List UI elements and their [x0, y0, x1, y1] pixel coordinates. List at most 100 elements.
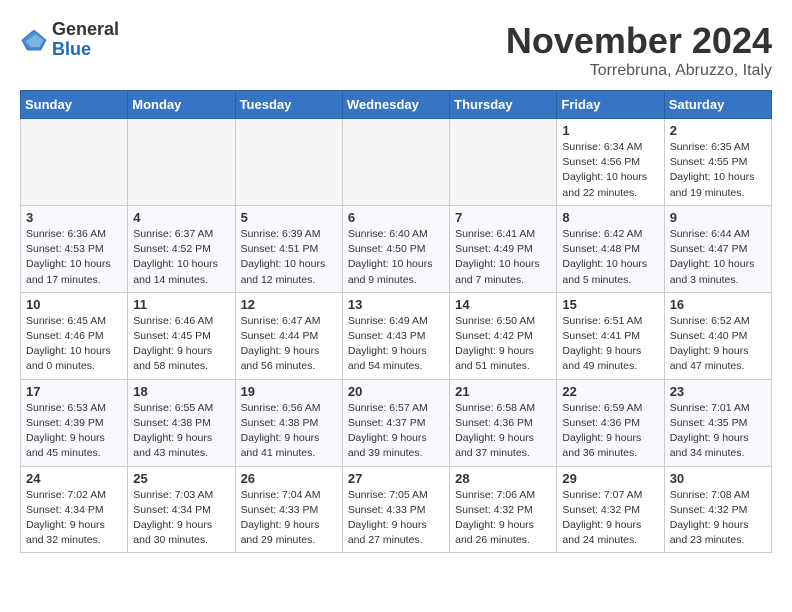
day-number: 22	[562, 384, 658, 399]
day-number: 17	[26, 384, 122, 399]
day-info: Sunrise: 6:53 AMSunset: 4:39 PMDaylight:…	[26, 401, 122, 462]
day-number: 11	[133, 297, 229, 312]
calendar-day	[21, 119, 128, 206]
day-number: 18	[133, 384, 229, 399]
calendar-day: 12 Sunrise: 6:47 AMSunset: 4:44 PMDayligh…	[235, 292, 342, 379]
day-info: Sunrise: 7:08 AMSunset: 4:32 PMDaylight:…	[670, 488, 766, 549]
calendar-day: 20 Sunrise: 6:57 AMSunset: 4:37 PMDayligh…	[342, 379, 449, 466]
day-number: 1	[562, 123, 658, 138]
calendar-day: 1 Sunrise: 6:34 AMSunset: 4:56 PMDaylight…	[557, 119, 664, 206]
day-number: 26	[241, 471, 337, 486]
calendar-week-1: 1 Sunrise: 6:34 AMSunset: 4:56 PMDaylight…	[21, 119, 772, 206]
calendar-day: 16Sunrise: 6:52 AMSunset: 4:40 PMDayligh…	[664, 292, 771, 379]
day-number: 16	[670, 297, 766, 312]
day-info: Sunrise: 6:41 AMSunset: 4:49 PMDaylight:…	[455, 227, 551, 288]
calendar-day	[235, 119, 342, 206]
calendar-week-5: 24Sunrise: 7:02 AMSunset: 4:34 PMDayligh…	[21, 466, 772, 553]
day-info: Sunrise: 6:56 AMSunset: 4:38 PMDaylight:…	[241, 401, 337, 462]
calendar-day: 13 Sunrise: 6:49 AMSunset: 4:43 PMDayligh…	[342, 292, 449, 379]
day-number: 8	[562, 210, 658, 225]
page-header: General Blue November 2024 Torrebruna, A…	[20, 20, 772, 80]
calendar-day: 29 Sunrise: 7:07 AMSunset: 4:32 PMDayligh…	[557, 466, 664, 553]
day-number: 10	[26, 297, 122, 312]
day-number: 25	[133, 471, 229, 486]
header-wednesday: Wednesday	[342, 91, 449, 119]
calendar-table: SundayMondayTuesdayWednesdayThursdayFrid…	[20, 90, 772, 553]
day-number: 5	[241, 210, 337, 225]
calendar-day: 8 Sunrise: 6:42 AMSunset: 4:48 PMDaylight…	[557, 205, 664, 292]
day-info: Sunrise: 6:36 AMSunset: 4:53 PMDaylight:…	[26, 227, 122, 288]
calendar-day: 17 Sunrise: 6:53 AMSunset: 4:39 PMDayligh…	[21, 379, 128, 466]
calendar-week-2: 3Sunrise: 6:36 AMSunset: 4:53 PMDaylight…	[21, 205, 772, 292]
day-number: 6	[348, 210, 444, 225]
calendar-week-4: 17 Sunrise: 6:53 AMSunset: 4:39 PMDayligh…	[21, 379, 772, 466]
calendar-day: 30 Sunrise: 7:08 AMSunset: 4:32 PMDayligh…	[664, 466, 771, 553]
day-info: Sunrise: 6:42 AMSunset: 4:48 PMDaylight:…	[562, 227, 658, 288]
calendar-day: 11 Sunrise: 6:46 AMSunset: 4:45 PMDayligh…	[128, 292, 235, 379]
logo: General Blue	[20, 20, 119, 60]
calendar-day	[450, 119, 557, 206]
day-info: Sunrise: 6:57 AMSunset: 4:37 PMDaylight:…	[348, 401, 444, 462]
day-info: Sunrise: 7:01 AMSunset: 4:35 PMDaylight:…	[670, 401, 766, 462]
title-block: November 2024 Torrebruna, Abruzzo, Italy	[506, 20, 772, 80]
day-info: Sunrise: 6:37 AMSunset: 4:52 PMDaylight:…	[133, 227, 229, 288]
calendar-day: 6 Sunrise: 6:40 AMSunset: 4:50 PMDaylight…	[342, 205, 449, 292]
day-number: 4	[133, 210, 229, 225]
logo-icon	[20, 26, 48, 54]
day-number: 30	[670, 471, 766, 486]
day-info: Sunrise: 7:02 AMSunset: 4:34 PMDaylight:…	[26, 488, 122, 549]
day-number: 12	[241, 297, 337, 312]
day-info: Sunrise: 6:46 AMSunset: 4:45 PMDaylight:…	[133, 314, 229, 375]
day-info: Sunrise: 7:07 AMSunset: 4:32 PMDaylight:…	[562, 488, 658, 549]
day-info: Sunrise: 7:04 AMSunset: 4:33 PMDaylight:…	[241, 488, 337, 549]
day-info: Sunrise: 6:34 AMSunset: 4:56 PMDaylight:…	[562, 140, 658, 201]
day-info: Sunrise: 6:58 AMSunset: 4:36 PMDaylight:…	[455, 401, 551, 462]
day-number: 19	[241, 384, 337, 399]
calendar-day: 2Sunrise: 6:35 AMSunset: 4:55 PMDaylight…	[664, 119, 771, 206]
logo-blue: Blue	[52, 39, 91, 59]
header-monday: Monday	[128, 91, 235, 119]
day-number: 27	[348, 471, 444, 486]
day-number: 15	[562, 297, 658, 312]
calendar-day	[128, 119, 235, 206]
day-number: 9	[670, 210, 766, 225]
header-thursday: Thursday	[450, 91, 557, 119]
calendar-day: 22 Sunrise: 6:59 AMSunset: 4:36 PMDayligh…	[557, 379, 664, 466]
day-info: Sunrise: 6:47 AMSunset: 4:44 PMDaylight:…	[241, 314, 337, 375]
calendar-day: 5Sunrise: 6:39 AMSunset: 4:51 PMDaylight…	[235, 205, 342, 292]
calendar-week-3: 10Sunrise: 6:45 AMSunset: 4:46 PMDayligh…	[21, 292, 772, 379]
calendar-day: 27 Sunrise: 7:05 AMSunset: 4:33 PMDayligh…	[342, 466, 449, 553]
day-info: Sunrise: 6:51 AMSunset: 4:41 PMDaylight:…	[562, 314, 658, 375]
day-info: Sunrise: 6:55 AMSunset: 4:38 PMDaylight:…	[133, 401, 229, 462]
day-info: Sunrise: 6:59 AMSunset: 4:36 PMDaylight:…	[562, 401, 658, 462]
header-sunday: Sunday	[21, 91, 128, 119]
day-info: Sunrise: 7:03 AMSunset: 4:34 PMDaylight:…	[133, 488, 229, 549]
day-number: 21	[455, 384, 551, 399]
calendar-day	[342, 119, 449, 206]
calendar-header-row: SundayMondayTuesdayWednesdayThursdayFrid…	[21, 91, 772, 119]
calendar-day: 26 Sunrise: 7:04 AMSunset: 4:33 PMDayligh…	[235, 466, 342, 553]
day-info: Sunrise: 7:06 AMSunset: 4:32 PMDaylight:…	[455, 488, 551, 549]
calendar-day: 9Sunrise: 6:44 AMSunset: 4:47 PMDaylight…	[664, 205, 771, 292]
calendar-day: 19 Sunrise: 6:56 AMSunset: 4:38 PMDayligh…	[235, 379, 342, 466]
day-number: 29	[562, 471, 658, 486]
logo-general: General	[52, 19, 119, 39]
day-number: 20	[348, 384, 444, 399]
day-info: Sunrise: 6:40 AMSunset: 4:50 PMDaylight:…	[348, 227, 444, 288]
calendar-day: 24Sunrise: 7:02 AMSunset: 4:34 PMDayligh…	[21, 466, 128, 553]
day-number: 13	[348, 297, 444, 312]
month-title: November 2024	[506, 20, 772, 62]
day-number: 2	[670, 123, 766, 138]
calendar-day: 4 Sunrise: 6:37 AMSunset: 4:52 PMDaylight…	[128, 205, 235, 292]
calendar-day: 21 Sunrise: 6:58 AMSunset: 4:36 PMDayligh…	[450, 379, 557, 466]
calendar-day: 10Sunrise: 6:45 AMSunset: 4:46 PMDayligh…	[21, 292, 128, 379]
calendar-day: 18 Sunrise: 6:55 AMSunset: 4:38 PMDayligh…	[128, 379, 235, 466]
calendar-day: 23 Sunrise: 7:01 AMSunset: 4:35 PMDayligh…	[664, 379, 771, 466]
day-number: 14	[455, 297, 551, 312]
day-number: 7	[455, 210, 551, 225]
day-info: Sunrise: 7:05 AMSunset: 4:33 PMDaylight:…	[348, 488, 444, 549]
logo-text: General Blue	[52, 20, 119, 60]
day-number: 28	[455, 471, 551, 486]
day-number: 23	[670, 384, 766, 399]
day-info: Sunrise: 6:49 AMSunset: 4:43 PMDaylight:…	[348, 314, 444, 375]
